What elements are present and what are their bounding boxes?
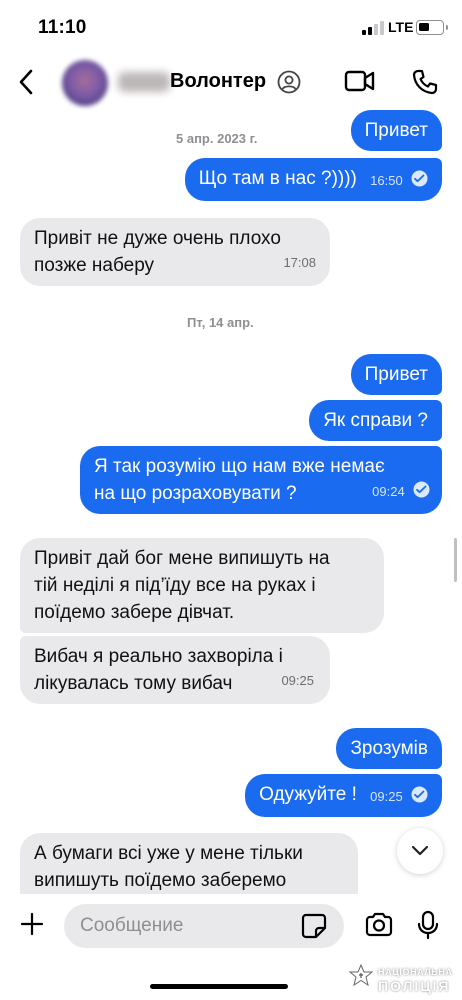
message-bubble-outgoing[interactable]: Я так розумію що нам вже немає на що роз… [80,446,442,514]
read-receipt-icon [413,481,430,498]
battery-icon [416,20,448,35]
attach-button[interactable] [20,912,44,941]
scrollbar[interactable] [454,538,457,582]
message-bubble-outgoing[interactable]: Зрозумів [336,728,442,769]
voice-message-button[interactable] [417,910,439,945]
message-line: Вибач я реально захворіла і [34,646,283,667]
phone-icon [412,69,438,95]
message-bubble-outgoing[interactable]: Привет [350,110,442,151]
message-line: позже наберу [34,255,155,276]
message-list[interactable]: 5 апр. 2023 г. Привет Що там в нас ?))))… [0,108,462,894]
camera-icon [365,912,393,937]
contact-name[interactable]: Волонтер [170,70,266,93]
date-separator: 5 апр. 2023 г. [176,131,258,146]
chevron-down-icon [411,845,429,856]
watermark-line1: НАЦІОНАЛЬНА [378,967,453,977]
microphone-icon [417,910,439,940]
read-receipt-icon [411,170,428,187]
police-watermark: НАЦІОНАЛЬНА ПОЛІЦІЯ [348,962,460,998]
message-bubble-incoming[interactable]: Привіт дай бог мене випишуть на тій неді… [20,538,384,633]
watermark-line2: ПОЛІЦІЯ [378,978,451,994]
message-text: Привет [364,120,428,141]
message-time: 09:25 [281,673,314,688]
message-line: Привіт не дуже очень плохо [34,228,281,249]
home-indicator [150,984,288,989]
message-bubble-outgoing[interactable]: Як справи ? [309,400,442,441]
message-time: 17:08 [283,255,316,270]
message-line: випишуть поїдемо заберемо [34,870,287,891]
video-camera-icon [344,70,375,92]
message-line: поїдемо забере дівчат. [34,602,235,623]
status-time: 11:10 [38,17,87,38]
signal-icon [362,21,384,35]
message-text: Що там в нас ?)))) [198,168,357,189]
person-circle-icon [277,70,301,94]
message-composer: Сообщение [0,894,462,954]
sticker-icon [301,913,327,939]
message-line: тій неділі я під’їду все на руках і [34,575,316,596]
read-receipt-icon [411,786,428,803]
back-button[interactable] [8,62,44,102]
chevron-left-icon [19,69,33,95]
date-separator: Пт, 14 апр. [187,315,254,330]
sticker-button[interactable] [300,912,328,945]
message-time: 16:50 [370,173,403,188]
message-text: Привет [364,364,428,385]
message-line: А бумаги всі уже у мене тільки [34,843,303,864]
message-text: Зрозумів [350,738,428,759]
video-call-button[interactable] [344,68,376,99]
message-text: Одужуйте ! [259,784,357,805]
chat-header: Волонтер [0,56,462,108]
message-bubble-incoming[interactable]: Привіт не дуже очень плохо позже наберу … [20,218,330,286]
message-line: Привіт дай бог мене випишуть на [34,548,330,569]
message-bubble-outgoing[interactable]: Одужуйте ! 09:25 [245,774,442,817]
network-type: LTE [388,19,414,35]
message-time: 09:24 [372,484,405,499]
message-bubble-outgoing[interactable]: Що там в нас ?)))) 16:50 [184,158,442,201]
message-line: лікувалась тому вибач [34,673,233,694]
message-bubble-incoming[interactable]: Вибач я реально захворіла і лікувалась т… [20,636,330,704]
status-bar: 11:10 LTE [0,0,462,56]
profile-button[interactable] [277,70,301,99]
camera-button[interactable] [364,912,394,943]
voice-call-button[interactable] [411,68,439,101]
message-input-placeholder: Сообщение [80,915,184,936]
message-bubble-incoming[interactable]: А бумаги всі уже у мене тільки випишуть … [20,833,358,894]
police-emblem-icon [348,964,374,987]
message-bubble-outgoing[interactable]: Привет [350,354,442,395]
message-line: на що розраховувати ? [94,483,297,504]
message-text: Як справи ? [323,410,428,431]
blurred-name [118,72,170,92]
plus-icon [20,912,44,936]
scroll-to-bottom-button[interactable] [397,828,443,874]
message-time: 09:25 [370,789,403,804]
avatar[interactable] [62,60,108,106]
